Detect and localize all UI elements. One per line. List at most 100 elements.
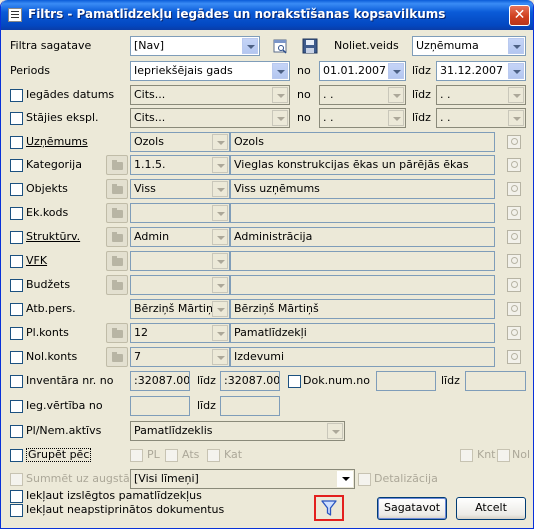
strukturv-code-select[interactable]: Admin xyxy=(130,227,230,247)
stajies-from-date[interactable]: . . xyxy=(319,108,406,128)
kategorija-checkbox[interactable] xyxy=(10,159,23,172)
grupet-nol-checkbox[interactable] xyxy=(497,449,510,462)
iegades-datums-select[interactable]: Cits... xyxy=(130,85,290,105)
pl-konts-label: Pl.konts xyxy=(26,326,69,339)
inventara-from-input[interactable]: :32087.000 xyxy=(130,371,190,391)
uznemums-code-select[interactable]: Ozols xyxy=(130,132,230,152)
pl-nem-aktivs-select[interactable]: Pamatlīdzeklis xyxy=(130,421,345,441)
periods-select[interactable]: Iepriekšējais gads xyxy=(130,61,290,81)
close-button[interactable]: ✕ xyxy=(509,5,530,26)
dok-num-checkbox[interactable] xyxy=(288,375,301,388)
strukturv-lookup-icon[interactable] xyxy=(506,229,522,245)
chevron-down-icon xyxy=(212,134,228,150)
iekl-izslegtos-checkbox[interactable] xyxy=(10,490,23,503)
budzets-code-select[interactable] xyxy=(130,275,230,295)
chevron-down-icon xyxy=(388,110,404,126)
kategorija-lookup-icon[interactable] xyxy=(506,157,522,173)
stajies-ekspl-checkbox[interactable] xyxy=(10,112,23,125)
stajies-ekspl-select[interactable]: Cits... xyxy=(130,108,290,128)
nol-konts-folder-icon[interactable] xyxy=(106,347,128,367)
noliet-veids-select[interactable]: Uzņēmuma xyxy=(412,36,526,56)
kategorija-code-select[interactable]: 1.1.5. xyxy=(130,155,230,175)
kategorija-name-field: Vieglas konstrukcijas ēkas un pārējās ēk… xyxy=(230,155,495,175)
iekl-neapst-checkbox[interactable] xyxy=(10,504,23,517)
iegades-datums-value: Cits... xyxy=(134,88,166,101)
dok-num-to-input[interactable] xyxy=(465,371,526,391)
objekts-lookup-icon[interactable] xyxy=(506,181,522,197)
stajies-to-date[interactable]: . . xyxy=(436,108,526,128)
ek-kods-folder-icon[interactable] xyxy=(106,203,128,223)
grupet-knt-checkbox[interactable] xyxy=(460,449,473,462)
nol-konts-code-select[interactable]: 7 xyxy=(130,347,230,367)
inventara-lidz-label: līdz xyxy=(197,374,216,387)
pl-konts-checkbox[interactable] xyxy=(10,327,23,340)
kategorija-folder-icon[interactable] xyxy=(106,155,128,175)
pl-konts-code-select[interactable]: 12 xyxy=(130,323,230,343)
uznemums-lookup-icon[interactable] xyxy=(506,134,522,150)
grupet-pec-checkbox[interactable] xyxy=(10,449,23,462)
ieg-vertiba-checkbox[interactable] xyxy=(10,400,23,413)
ieg-vertiba-to-input[interactable] xyxy=(220,396,280,416)
iegades-from-date[interactable]: . . xyxy=(319,85,406,105)
vfk-checkbox[interactable] xyxy=(10,255,23,268)
atb-pers-code-select[interactable]: Bērziņš Mārtiņš xyxy=(130,299,230,319)
detalizacija-checkbox[interactable] xyxy=(358,473,371,486)
atb-pers-checkbox[interactable] xyxy=(10,303,23,316)
chevron-down-icon xyxy=(212,229,228,245)
objekts-code-select[interactable]: Viss xyxy=(130,179,230,199)
chevron-down-icon xyxy=(388,87,404,103)
iegades-datums-checkbox[interactable] xyxy=(10,89,23,102)
inventara-to-input[interactable]: :32087.000 xyxy=(220,371,280,391)
ek-kods-checkbox[interactable] xyxy=(10,207,23,220)
ek-kods-lookup-icon[interactable] xyxy=(506,205,522,221)
sagatavot-button[interactable]: Sagatavot xyxy=(377,497,447,520)
vfk-lookup-icon[interactable] xyxy=(506,253,522,269)
atcelt-button[interactable]: Atcelt xyxy=(456,497,526,520)
pl-konts-lookup-icon[interactable] xyxy=(506,325,522,341)
inventara-nr-checkbox[interactable] xyxy=(10,375,23,388)
atb-pers-lookup-icon[interactable] xyxy=(506,301,522,317)
objekts-folder-icon[interactable] xyxy=(106,179,128,199)
nol-konts-lookup-icon[interactable] xyxy=(506,349,522,365)
grupet-ats-checkbox[interactable] xyxy=(165,449,178,462)
filter-button[interactable] xyxy=(314,495,344,521)
save-icon[interactable] xyxy=(301,37,319,55)
noliet-veids-label: Noliet.veids xyxy=(334,39,399,52)
chevron-down-icon xyxy=(327,423,343,439)
ieg-vertiba-from-input[interactable] xyxy=(130,396,190,416)
strukturv-checkbox[interactable] xyxy=(10,231,23,244)
chevron-down-icon xyxy=(388,63,404,79)
chevron-down-icon xyxy=(508,38,524,54)
chevron-down-icon xyxy=(212,349,228,365)
budzets-folder-icon[interactable] xyxy=(106,275,128,295)
filter-template-select[interactable]: [Nav] xyxy=(130,36,260,56)
stajies-ekspl-value: Cits... xyxy=(134,111,166,124)
vfk-folder-icon[interactable] xyxy=(106,251,128,271)
dok-num-label: Dok.num.no xyxy=(303,374,370,387)
objekts-name-value: Viss uzņēmums xyxy=(234,182,320,195)
objekts-checkbox[interactable] xyxy=(10,183,23,196)
strukturv-folder-icon[interactable] xyxy=(106,227,128,247)
dok-num-from-input[interactable] xyxy=(376,371,436,391)
iegades-to-value: . . xyxy=(440,88,451,101)
grupet-pl-checkbox[interactable] xyxy=(130,449,143,462)
strukturv-label: Struktūrv. xyxy=(26,230,81,243)
uznemums-checkbox[interactable] xyxy=(10,136,23,149)
nol-konts-checkbox[interactable] xyxy=(10,351,23,364)
periods-to-date[interactable]: 31.12.2007 xyxy=(436,61,526,81)
ek-kods-code-select[interactable] xyxy=(130,203,230,223)
chevron-down-icon xyxy=(212,157,228,173)
iegades-to-date[interactable]: . . xyxy=(436,85,526,105)
pl-konts-folder-icon[interactable] xyxy=(106,323,128,343)
pl-nem-aktivs-checkbox[interactable] xyxy=(10,425,23,438)
vfk-name-field xyxy=(230,251,495,271)
summet-checkbox[interactable] xyxy=(10,473,23,486)
summet-select[interactable]: [Visi līmeņi] xyxy=(130,469,355,489)
periods-from-date[interactable]: 01.01.2007 xyxy=(319,61,406,81)
budzets-checkbox[interactable] xyxy=(10,279,23,292)
preview-icon[interactable] xyxy=(272,37,290,55)
budzets-lookup-icon[interactable] xyxy=(506,277,522,293)
uznemums-label: Uzņēmums xyxy=(26,135,88,148)
grupet-kat-checkbox[interactable] xyxy=(207,449,220,462)
vfk-code-select[interactable] xyxy=(130,251,230,271)
